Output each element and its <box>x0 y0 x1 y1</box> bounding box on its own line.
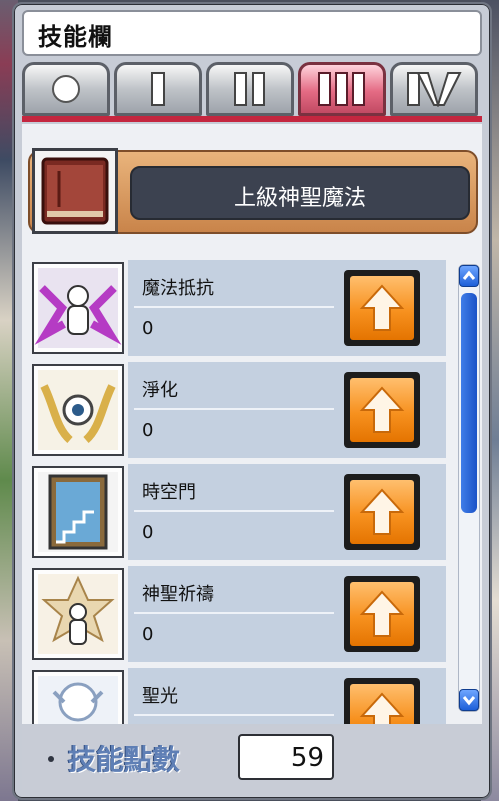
roman-4-icon <box>407 72 462 107</box>
skill-level: 0 <box>142 318 154 339</box>
scroll-thumb[interactable] <box>461 293 477 513</box>
skill-info: 神聖祈禱 0 <box>128 566 446 662</box>
skill-up-button[interactable] <box>344 270 420 346</box>
skill-up-button[interactable] <box>344 678 420 724</box>
roman-3-icon <box>318 72 365 106</box>
skill-points-label: 技能點數 <box>68 743 181 776</box>
roman-2-icon <box>234 72 265 106</box>
skill-info: 時空門 0 <box>128 464 446 560</box>
skill-window: 技能欄 上級神聖魔法 魔法抵抗 0 淨化 0 時空門 0 神聖祈禱 0 聖光 技… <box>12 2 492 800</box>
skill-name: 神聖祈禱 <box>142 584 214 605</box>
tab-job-2[interactable] <box>206 62 294 116</box>
skill-points-bar: 技能點數 59 <box>22 726 482 790</box>
chevron-up-icon <box>462 270 476 280</box>
skill-points-value-box: 59 <box>238 734 334 780</box>
job-name-label: 上級神聖魔法 <box>130 166 470 220</box>
skill-up-button[interactable] <box>344 576 420 652</box>
skill-row: 神聖祈禱 0 <box>28 564 446 662</box>
title-bar[interactable]: 技能欄 <box>22 10 482 56</box>
chevron-down-icon <box>462 696 476 706</box>
magic-resistance-icon[interactable] <box>32 262 124 354</box>
skill-info: 聖光 <box>128 668 446 724</box>
skill-up-button[interactable] <box>344 372 420 448</box>
skill-up-button[interactable] <box>344 474 420 550</box>
skill-name: 時空門 <box>142 482 196 503</box>
roman-1-icon <box>151 72 165 106</box>
tab-job-1[interactable] <box>114 62 202 116</box>
divider <box>134 714 334 716</box>
tab-job-4[interactable] <box>390 62 478 116</box>
skill-list: 魔法抵抗 0 淨化 0 時空門 0 神聖祈禱 0 聖光 <box>28 258 452 724</box>
skill-level: 0 <box>142 522 154 543</box>
skill-panel: 上級神聖魔法 魔法抵抗 0 淨化 0 時空門 0 神聖祈禱 0 聖光 <box>22 124 482 724</box>
scroll-down-button[interactable] <box>459 689 479 711</box>
window-title: 技能欄 <box>38 23 113 51</box>
tab-underline <box>22 116 482 122</box>
divider <box>134 306 334 308</box>
circle-icon <box>52 75 80 103</box>
tab-bar <box>22 62 482 118</box>
skill-row: 淨化 0 <box>28 360 446 458</box>
skill-name: 淨化 <box>142 380 178 401</box>
skill-level: 0 <box>142 420 154 441</box>
skill-points-value: 59 <box>290 743 324 773</box>
bullet-icon <box>48 756 54 762</box>
skill-level: 0 <box>142 624 154 645</box>
mystic-door-icon[interactable] <box>32 466 124 558</box>
tab-job-3[interactable] <box>298 62 386 116</box>
arrow-up-icon <box>359 284 405 331</box>
arrow-up-icon <box>359 488 405 535</box>
skill-book-icon <box>32 148 118 234</box>
skill-row: 時空門 0 <box>28 462 446 560</box>
tab-beginner[interactable] <box>22 62 110 116</box>
arrow-up-icon <box>359 590 405 637</box>
holy-light-icon[interactable] <box>32 670 124 724</box>
scroll-up-button[interactable] <box>459 265 479 287</box>
skill-info: 魔法抵抗 0 <box>128 260 446 356</box>
holy-prayer-icon[interactable] <box>32 568 124 660</box>
job-name: 上級神聖魔法 <box>233 186 366 211</box>
skill-name: 魔法抵抗 <box>142 278 214 299</box>
divider <box>134 408 334 410</box>
skill-name: 聖光 <box>142 686 178 707</box>
purification-icon[interactable] <box>32 364 124 456</box>
divider <box>134 510 334 512</box>
skill-info: 淨化 0 <box>128 362 446 458</box>
skill-row: 聖光 <box>28 666 446 724</box>
divider <box>134 612 334 614</box>
arrow-up-icon <box>359 692 405 724</box>
arrow-up-icon <box>359 386 405 433</box>
scrollbar[interactable] <box>458 264 480 712</box>
skill-row: 魔法抵抗 0 <box>28 258 446 356</box>
